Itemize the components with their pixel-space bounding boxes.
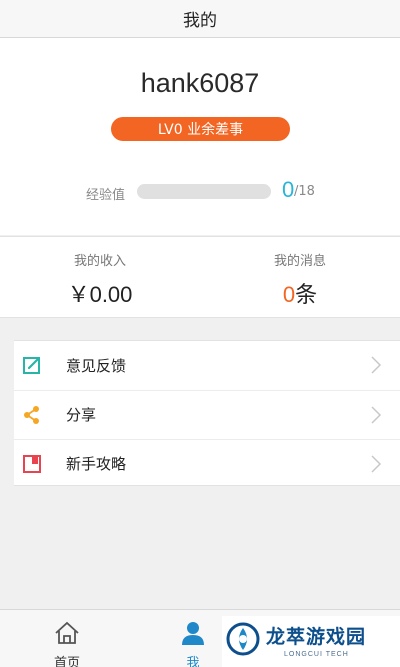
chevron-right-icon (371, 356, 382, 374)
watermark-subtitle: LONGCUI TECH (284, 651, 349, 658)
income-stat[interactable]: 我的收入 ￥0.00 (0, 237, 200, 319)
share-icon (24, 405, 39, 424)
tab-label: 首页 (53, 656, 80, 667)
page-title: 我的 (183, 11, 217, 31)
tab-label: 我 (186, 656, 200, 667)
income-value: ￥0.00 (67, 282, 133, 307)
home-icon (55, 621, 79, 644)
messages-value: 0条 (200, 277, 400, 309)
menu-list: 意见反馈 分享 新手攻略 (14, 340, 400, 486)
tab-home[interactable]: 首页 (27, 610, 107, 667)
messages-count: 0 (282, 282, 296, 307)
logo-icon (226, 622, 260, 656)
menu-item-share[interactable]: 分享 (14, 390, 400, 438)
profile-card: hank6087 LV0 业余差事 经验值 0 /18 (0, 38, 400, 235)
menu-item-guide[interactable]: 新手攻略 (14, 439, 400, 487)
exp-label: 经验值 (86, 188, 126, 203)
username: hank6087 (140, 68, 260, 98)
tab-me[interactable]: 我 (153, 610, 233, 667)
chevron-right-icon (371, 454, 382, 473)
exp-value: 0 (282, 177, 295, 202)
watermark-title: 龙萃游戏园 (266, 626, 367, 648)
top-bar: 我的 (0, 0, 400, 38)
exp-max: /18 (294, 184, 315, 199)
menu-item-label: 分享 (66, 406, 97, 424)
watermark: 龙萃游戏园 LONGCUI TECH (222, 616, 400, 667)
menu-item-label: 新手攻略 (66, 455, 127, 473)
bookmark-icon (23, 454, 41, 473)
messages-unit: 条 (295, 282, 318, 307)
chevron-right-icon (371, 405, 382, 424)
edit-icon (23, 357, 40, 374)
level-badge[interactable]: LV0 业余差事 (111, 117, 290, 141)
menu-item-feedback[interactable]: 意见反馈 (14, 341, 400, 389)
person-icon (182, 622, 204, 645)
income-label: 我的收入 (73, 254, 126, 269)
messages-label: 我的消息 (273, 254, 326, 269)
stats-panel: 我的收入 ￥0.00 我的消息 0条 (0, 236, 400, 318)
messages-stat[interactable]: 我的消息 0条 (200, 237, 400, 319)
menu-item-label: 意见反馈 (66, 356, 127, 375)
exp-progress-bar (137, 184, 271, 199)
